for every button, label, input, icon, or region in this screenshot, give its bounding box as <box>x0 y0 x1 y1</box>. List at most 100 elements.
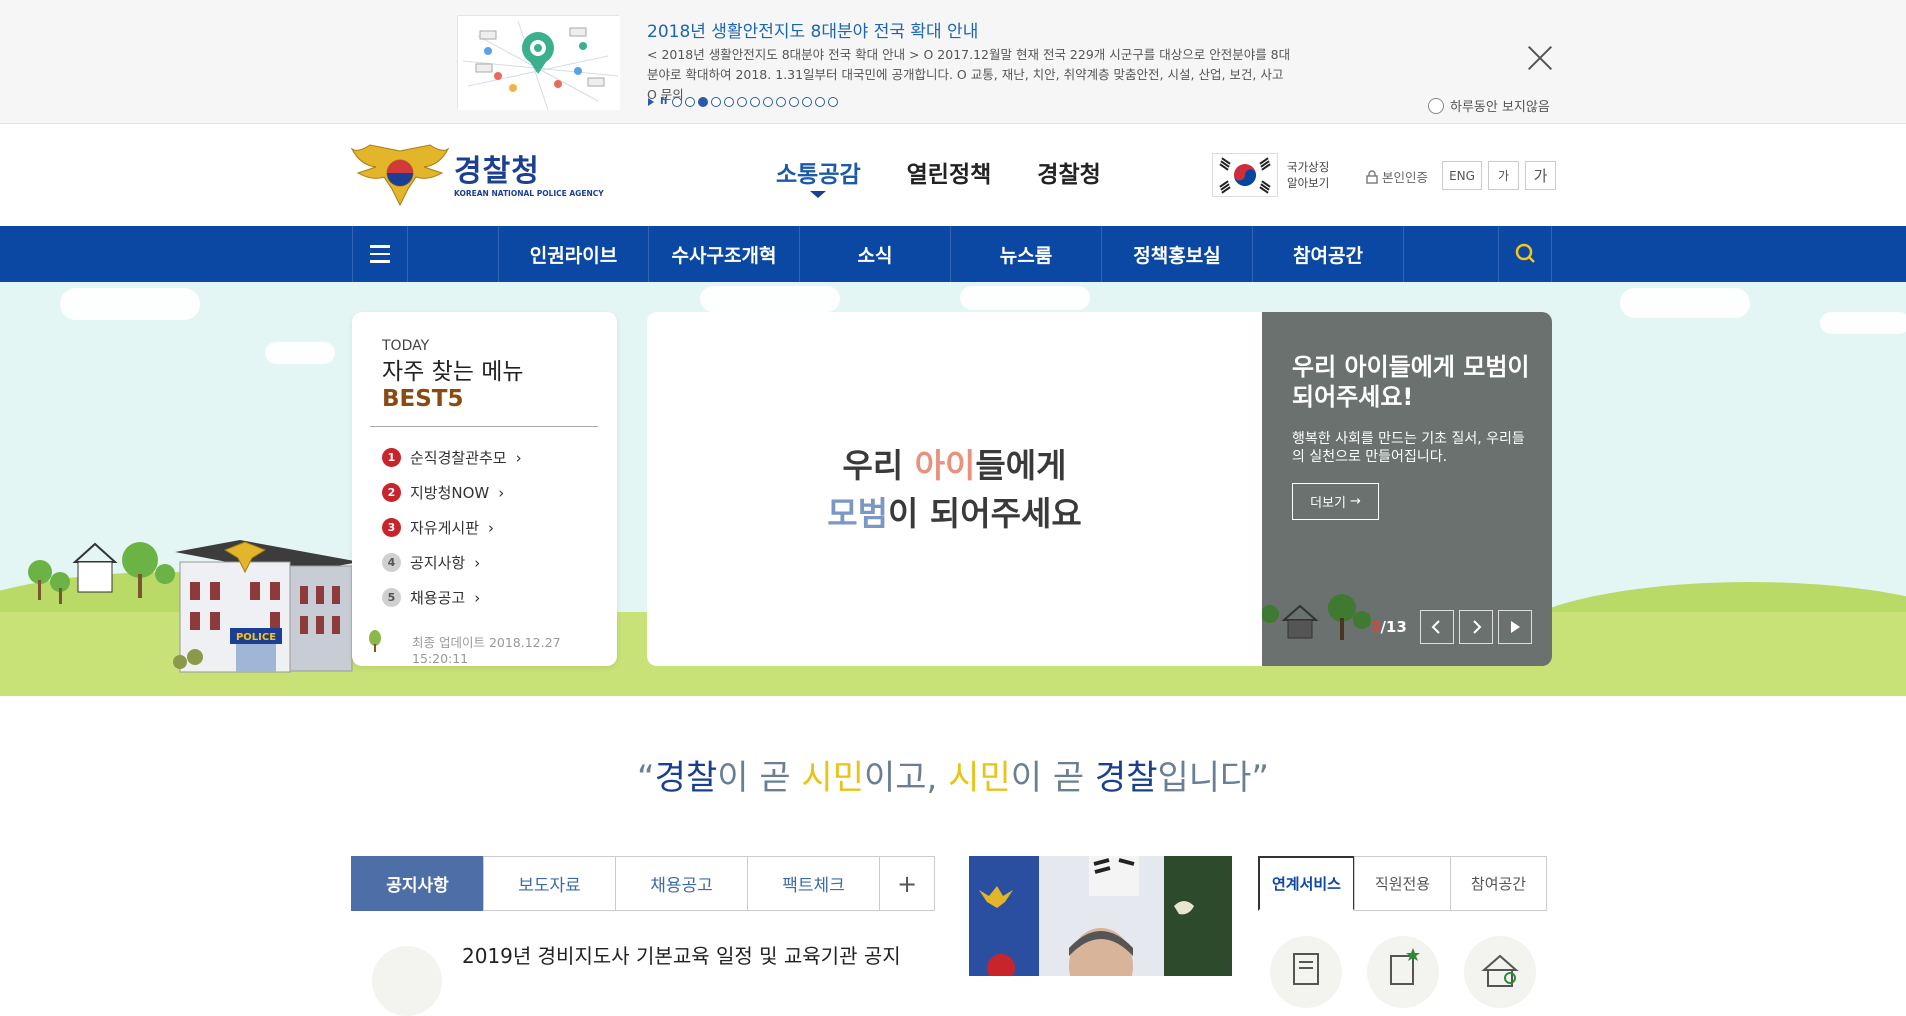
pager-dot[interactable] <box>698 96 709 107</box>
best-menu-item[interactable]: 2 지방청NOW › <box>382 475 522 510</box>
pager-dot[interactable] <box>737 96 748 107</box>
nav-participation[interactable]: 참여공간 <box>1253 226 1404 282</box>
chevron-right-icon: › <box>488 518 495 537</box>
notice-icon <box>372 946 442 1016</box>
pager-dot[interactable] <box>815 96 826 107</box>
taegukgi-flag[interactable] <box>1212 153 1278 197</box>
news-title[interactable]: 2019년 경비지도사 기본교육 일정 및 교육기관 공지 <box>462 940 901 969</box>
play-slide-button[interactable] <box>1498 610 1532 644</box>
chevron-right-icon: › <box>474 553 481 572</box>
quote-open: “ <box>637 758 655 798</box>
nav-newsroom[interactable]: 뉴스룸 <box>951 226 1102 282</box>
pager-dot[interactable] <box>763 96 774 107</box>
main-slide[interactable]: 우리 아이들에게 모범이 되어주세요 <box>647 312 1262 666</box>
nav-policy-pr[interactable]: 정책홍보실 <box>1102 226 1253 282</box>
tab-press[interactable]: 보도자료 <box>483 856 616 911</box>
slide-headline: 우리 아이들에게 모범이 되어주세요 <box>647 442 1262 538</box>
close-icon[interactable] <box>1526 44 1554 72</box>
pause-icon[interactable]: II <box>660 96 667 107</box>
auth-link[interactable]: 본인인증 <box>1366 167 1428 186</box>
slogan-text: 이고, <box>863 758 949 798</box>
popup-pager: II <box>648 96 839 107</box>
tab-notice[interactable]: 공지사항 <box>351 856 484 911</box>
slide-highlight: 모범 <box>827 494 889 533</box>
prev-slide-button[interactable] <box>1420 610 1454 644</box>
tab-linked-service[interactable]: 연계서비스 <box>1258 856 1355 911</box>
gnb-open-policy[interactable]: 열린정책 <box>907 155 992 189</box>
best5-label: BEST5 <box>382 386 464 412</box>
more-button[interactable]: 더보기 → <box>1292 483 1379 520</box>
flag-label-2: 알아보기 <box>1287 176 1330 190</box>
pager-dot[interactable] <box>685 96 696 107</box>
pager-dot[interactable] <box>724 96 735 107</box>
best-menu-item[interactable]: 4 공지사항 › <box>382 545 522 580</box>
popup-title[interactable]: 2018년 생활안전지도 8대분야 전국 확대 안내 <box>647 17 978 42</box>
pager-dot[interactable] <box>828 96 839 107</box>
slide-current: 3 <box>1370 618 1381 636</box>
nav-human-rights-live[interactable]: 인권라이브 <box>498 226 649 282</box>
slide-highlight: 아이 <box>914 446 976 485</box>
commissioner-photo-image <box>969 856 1232 976</box>
notice-popup: 2018년 생활안전지도 8대분야 전국 확대 안내 < 2018년 생활안전지… <box>0 0 1906 124</box>
search-button[interactable] <box>1498 226 1552 282</box>
flag-label-1: 국가상징 <box>1287 160 1330 174</box>
best-menu-label: 지방청NOW <box>410 484 490 502</box>
slide-caption-panel: 우리 아이들에게 모범이 되어주세요! 행복한 사회를 만드는 기초 질서, 우… <box>1262 312 1552 666</box>
pager-dot[interactable] <box>711 96 722 107</box>
pager-dot[interactable] <box>789 96 800 107</box>
slogan-text: 이 곧 <box>717 758 802 798</box>
tab-staff-only[interactable]: 직원전용 <box>1354 856 1451 911</box>
home-icon[interactable] <box>1464 936 1536 1008</box>
no-show-today[interactable]: 하루동안 보지않음 <box>1428 96 1550 115</box>
arrow-right-icon: → <box>1349 494 1361 509</box>
best-menu-item[interactable]: 3 자유게시판 › <box>382 510 522 545</box>
slide-text: 이 되어주세요 <box>888 494 1082 533</box>
font-smaller-button[interactable]: 가 <box>1488 161 1519 190</box>
document-icon[interactable] <box>1270 936 1342 1008</box>
tab-factcheck[interactable]: 팩트체크 <box>747 856 880 911</box>
divider <box>370 426 598 427</box>
house-tree-illustration-icon <box>1262 594 1371 640</box>
play-icon[interactable] <box>648 97 654 106</box>
no-show-radio[interactable] <box>1428 97 1444 114</box>
more-label: 더보기 <box>1310 496 1346 511</box>
cloud-decoration <box>265 342 335 364</box>
search-icon <box>1515 243 1535 263</box>
tree-icon <box>369 630 381 652</box>
tab-recruit[interactable]: 채용공고 <box>615 856 748 911</box>
best-menu-title: 자주 찾는 메뉴 <box>382 359 524 385</box>
popup-thumbnail[interactable] <box>457 15 620 111</box>
best5-menu-box: TODAY 자주 찾는 메뉴 BEST5 1 순직경찰관추모 › 2 지방청NOW › … <box>352 312 617 666</box>
nav-news[interactable]: 소식 <box>800 226 951 282</box>
commissioner-photo[interactable] <box>969 856 1232 976</box>
next-slide-button[interactable] <box>1459 610 1493 644</box>
pager-dot[interactable] <box>750 96 761 107</box>
gnb-police-agency[interactable]: 경찰청 <box>1037 155 1100 189</box>
best-menu-label: 순직경찰관추모 <box>410 449 507 467</box>
slide-total: /13 <box>1380 618 1407 636</box>
pager-dot[interactable] <box>672 96 683 107</box>
pager-dot[interactable] <box>802 96 813 107</box>
tab-participation[interactable]: 참여공간 <box>1450 856 1547 911</box>
chevron-right-icon <box>1473 620 1482 634</box>
gnb-communication[interactable]: 소통공감 <box>776 155 861 198</box>
korean-flag-icon <box>1219 157 1271 194</box>
auth-label: 본인인증 <box>1382 170 1429 185</box>
badge-star-icon[interactable] <box>1367 936 1439 1008</box>
slogan-word: 경찰 <box>654 758 718 798</box>
play-icon <box>1511 621 1520 633</box>
best-menu-item[interactable]: 5 채용공고 › <box>382 580 522 615</box>
font-larger-button[interactable]: 가 <box>1525 161 1556 190</box>
svg-text:POLICE: POLICE <box>236 632 276 643</box>
utility-buttons: ENG 가 가 <box>1442 161 1556 190</box>
more-plus-button[interactable]: + <box>879 856 935 911</box>
pager-dot[interactable] <box>776 96 787 107</box>
english-button[interactable]: ENG <box>1442 161 1482 190</box>
site-logo[interactable]: 경찰청 KOREAN NATIONAL POLICE AGENCY <box>350 143 604 209</box>
best-menu-item[interactable]: 1 순직경찰관추모 › <box>382 440 522 475</box>
best-menu-label: 자유게시판 <box>410 519 480 537</box>
menu-icon[interactable] <box>352 226 408 282</box>
chevron-right-icon: › <box>515 448 522 467</box>
national-symbol-link[interactable]: 국가상징 알아보기 <box>1287 159 1329 191</box>
nav-investigation-reform[interactable]: 수사구조개혁 <box>649 226 800 282</box>
